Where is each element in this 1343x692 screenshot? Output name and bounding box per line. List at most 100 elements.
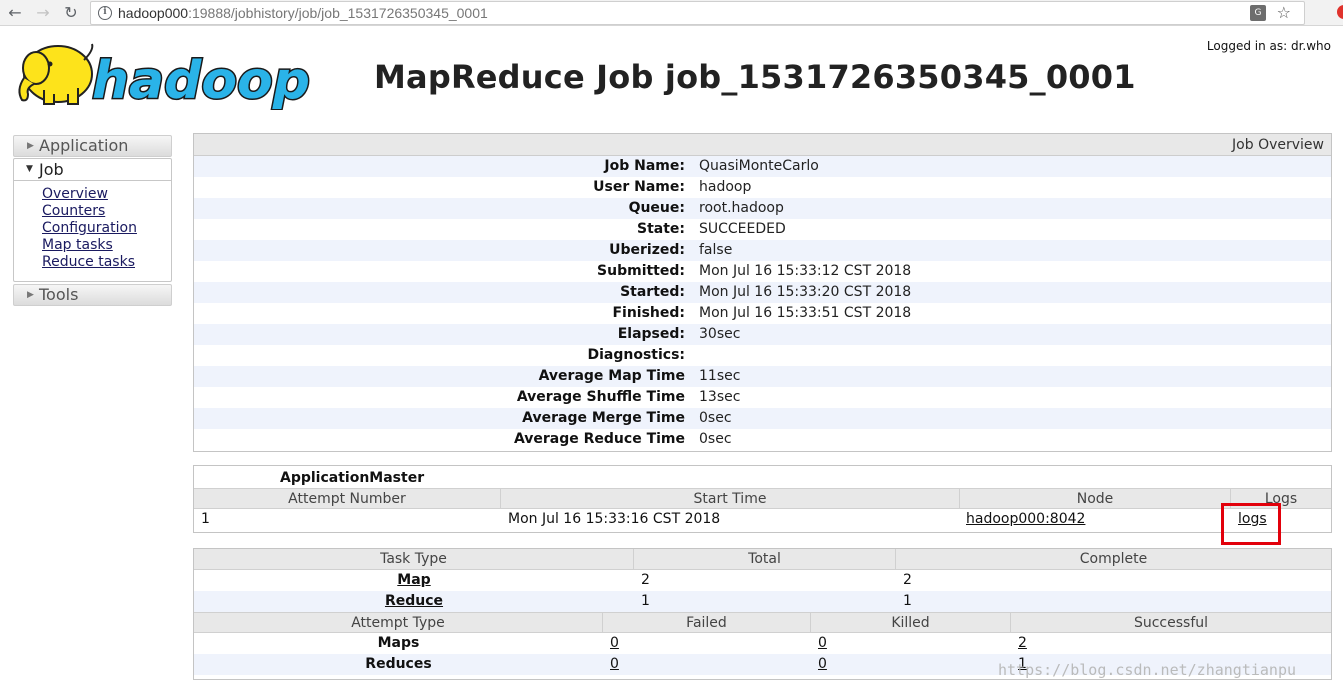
overview-key: Average Map Time [538,368,685,384]
reload-icon[interactable]: ↻ [60,2,82,24]
caret-down-icon: ▼ [26,164,33,174]
url-text[interactable]: hadoop000:19888/jobhistory/job/job_15317… [118,5,488,21]
attempt-header-row: Attempt Type Failed Killed Successful [194,612,1331,633]
table-row: 1 Mon Jul 16 15:33:16 CST 2018 hadoop000… [194,509,1331,530]
sidebar-application[interactable]: ▶ Application [13,135,172,157]
overview-row: User Name: hadoop [194,177,1331,198]
overview-key: Average Merge Time [522,410,685,426]
column-header-attempt-type[interactable]: Attempt Type [194,613,603,632]
column-header-total[interactable]: Total [634,549,896,569]
overview-value: 11sec [699,368,741,384]
overview-row: Average Shuffle Time 13sec [194,387,1331,408]
sidebar-item-map-tasks[interactable]: Map tasks [42,237,137,254]
column-header-attempt-number[interactable]: Attempt Number [194,489,501,508]
column-header-successful[interactable]: Successful [1011,613,1331,632]
reduces-killed-link[interactable]: 0 [818,656,827,672]
overview-key: Job Name: [604,158,685,174]
hadoop-logo-text: hadoop [92,51,310,110]
translate-icon[interactable]: G [1250,5,1266,21]
overview-value: false [699,242,733,258]
table-row: Maps 0 0 2 [194,633,1331,654]
overview-row: Elapsed: 30sec [194,324,1331,345]
sidebar-application-label: Application [39,136,129,155]
overview-row: Finished: Mon Jul 16 15:33:51 CST 2018 [194,303,1331,324]
reduce-tasks-link[interactable]: Reduce [385,593,443,609]
overview-row: Diagnostics: [194,345,1331,366]
reduce-total-cell: 1 [641,593,650,609]
overview-row: Submitted: Mon Jul 16 15:33:12 CST 2018 [194,261,1331,282]
sidebar-item-configuration[interactable]: Configuration [42,220,137,237]
overview-value: Mon Jul 16 15:33:12 CST 2018 [699,263,912,279]
bookmark-star-icon[interactable]: ☆ [1277,3,1291,22]
job-overview-rows: Job Name: QuasiMonteCarlo User Name: hadoop… [194,156,1331,450]
maps-killed-link[interactable]: 0 [818,635,827,651]
overview-row: Started: Mon Jul 16 15:33:20 CST 2018 [194,282,1331,303]
reduces-attempt-type-cell: Reduces [365,656,432,672]
highlight-box [1221,503,1281,545]
column-header-task-type[interactable]: Task Type [194,549,634,569]
overview-key: Finished: [612,305,685,321]
node-link[interactable]: hadoop000:8042 [966,511,1085,527]
sidebar-item-counters[interactable]: Counters [42,203,137,220]
table-row: Map 2 2 [194,570,1331,591]
extension-icon[interactable] [1337,5,1343,19]
overview-key: Uberized: [609,242,685,258]
task-header-row: Task Type Total Complete [194,549,1331,570]
address-bar[interactable]: i hadoop000:19888/jobhistory/job/job_153… [90,1,1305,25]
overview-value: QuasiMonteCarlo [699,158,819,174]
reduces-failed-link[interactable]: 0 [610,656,619,672]
sidebar-item-reduce-tasks[interactable]: Reduce tasks [42,254,137,271]
maps-attempt-type-cell: Maps [377,635,420,651]
overview-value [685,345,699,366]
overview-key: Started: [620,284,685,300]
overview-key: Queue: [628,200,685,216]
sidebar-tools[interactable]: ▶ Tools [13,284,172,306]
overview-key: User Name: [593,179,685,195]
job-overview-panel: Job Overview Job Name: QuasiMonteCarlo Use… [193,133,1332,452]
overview-value: 30sec [699,326,741,342]
overview-row: Average Merge Time 0sec [194,408,1331,429]
forward-arrow-icon[interactable]: → [32,2,54,24]
overview-value: 13sec [699,389,741,405]
back-arrow-icon[interactable]: ← [4,2,26,24]
overview-row: Uberized: false [194,240,1331,261]
watermark-text: https://blog.csdn.net/zhangtianpu [998,661,1297,679]
application-master-panel: ApplicationMaster Attempt Number Start T… [193,465,1332,533]
sidebar-job-label: Job [39,160,64,179]
info-icon[interactable]: i [98,6,112,20]
column-header-start-time[interactable]: Start Time [501,489,960,508]
overview-value: SUCCEEDED [699,221,786,237]
application-master-header-row: Attempt Number Start Time Node Logs [194,488,1331,509]
overview-row: Average Reduce Time 0sec [194,429,1331,450]
overview-value: root.hadoop [699,200,784,216]
caret-right-icon: ▶ [27,141,34,151]
logged-in-label: Logged in as: dr.who [1206,39,1331,53]
sidebar-job[interactable]: ▼ Job [14,159,171,181]
table-row: Reduce 1 1 [194,591,1331,612]
map-tasks-link[interactable]: Map [397,572,430,588]
attempt-number-cell: 1 [201,511,210,527]
column-header-complete[interactable]: Complete [896,549,1331,569]
overview-key: State: [636,221,685,237]
overview-key: Average Reduce Time [513,431,685,447]
overview-value: 0sec [699,410,732,426]
hadoop-elephant-icon: hadoop [18,43,312,113]
overview-value: Mon Jul 16 15:33:20 CST 2018 [699,284,912,300]
column-header-node[interactable]: Node [960,489,1231,508]
reduce-complete-cell: 1 [903,593,912,609]
caret-right-icon: ▶ [27,290,34,300]
maps-successful-link[interactable]: 2 [1018,635,1027,651]
overview-row: Job Name: QuasiMonteCarlo [194,156,1331,177]
hadoop-logo: hadoop [14,38,314,113]
page-title: MapReduce Job job_1531726350345_0001 [374,58,1136,96]
url-path: :19888/jobhistory/job/job_1531726350345_… [188,5,488,21]
sidebar-item-overview[interactable]: Overview [42,186,137,203]
overview-key: Submitted: [597,263,685,279]
overview-key: Average Shuffle Time [516,389,685,405]
column-header-killed[interactable]: Killed [811,613,1011,632]
map-total-cell: 2 [641,572,650,588]
overview-value: 0sec [699,431,732,447]
column-header-failed[interactable]: Failed [603,613,811,632]
sidebar-job-section: ▼ Job Overview Counters Configuration Ma… [13,158,172,282]
maps-failed-link[interactable]: 0 [610,635,619,651]
